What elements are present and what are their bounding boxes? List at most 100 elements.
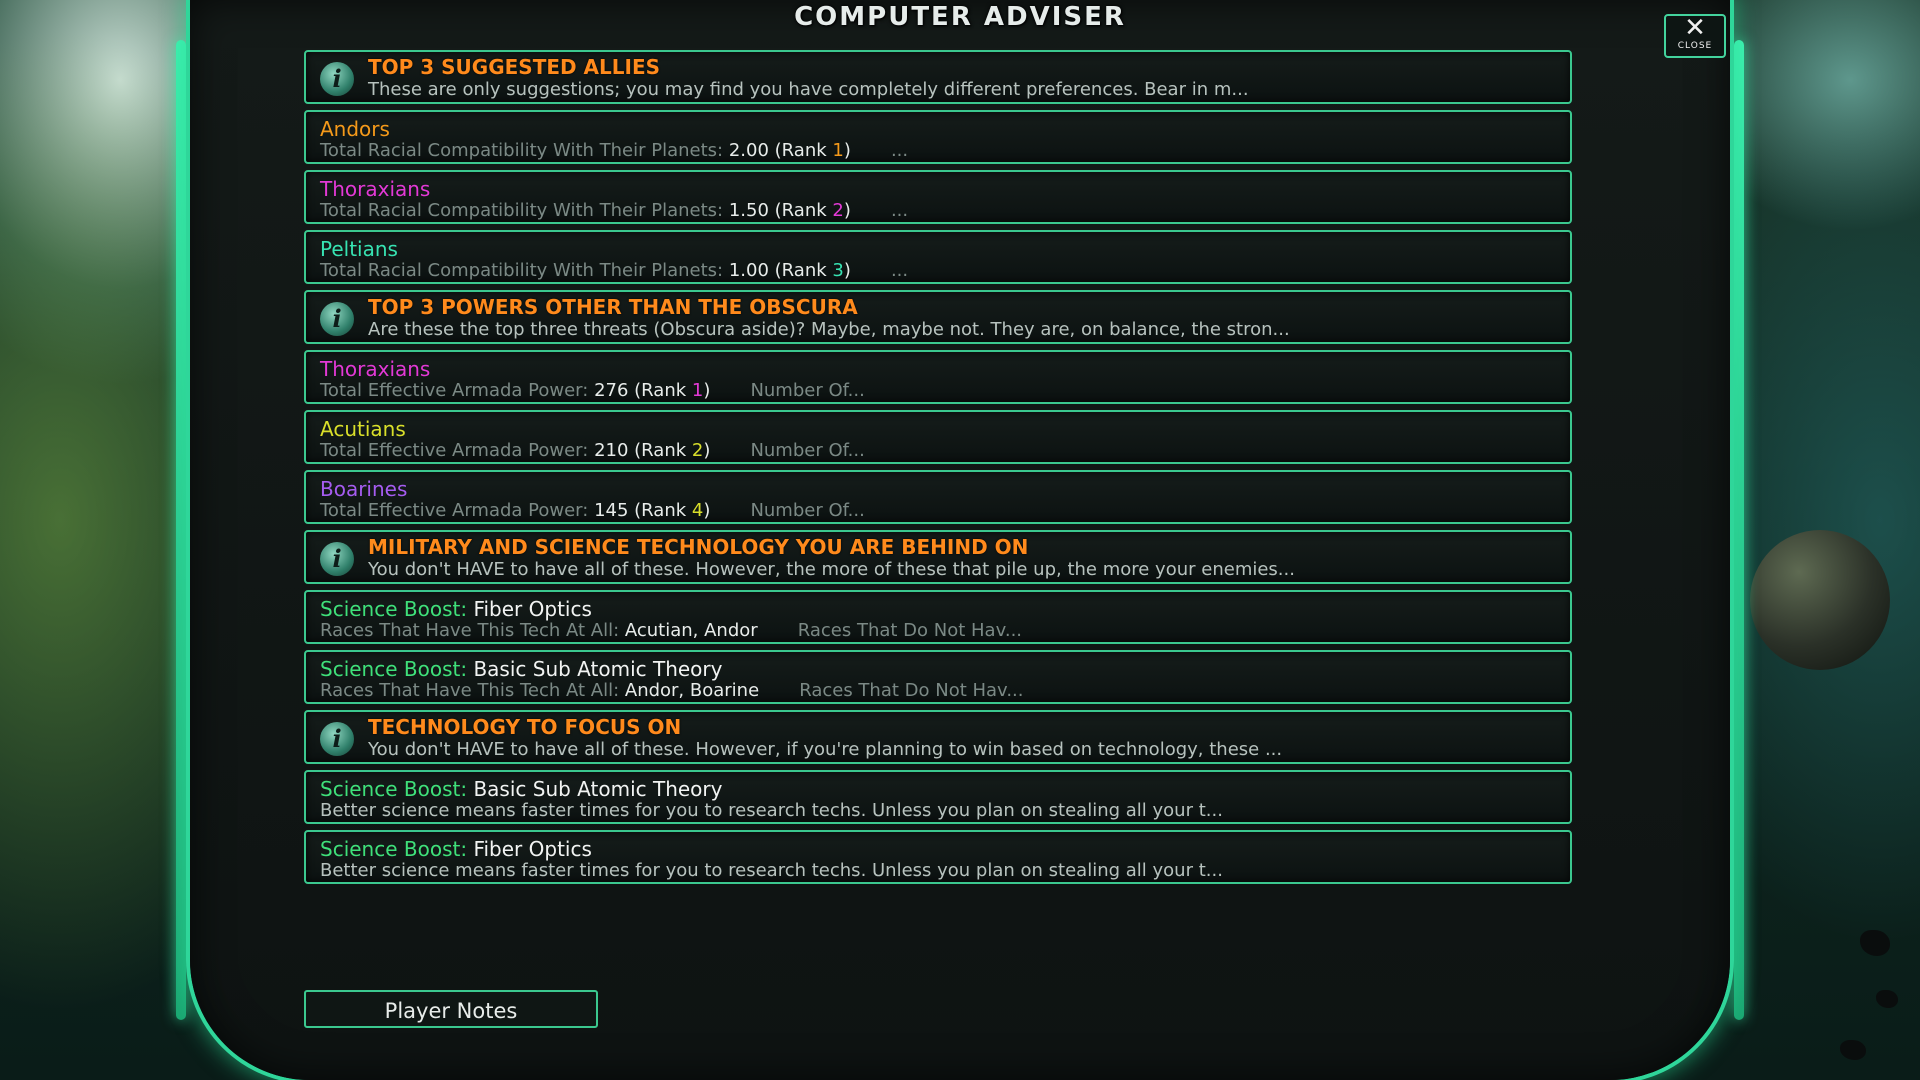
detail-more: ...: [890, 140, 909, 161]
section-header[interactable]: i TOP 3 POWERS OTHER THAN THE OBSCURA Are …: [304, 290, 1572, 344]
detail-value: 210: [594, 440, 629, 461]
tech-detail: Races That Have This Tech At All: Andor,…: [320, 680, 1023, 702]
detail-label: Total Racial Compatibility With Their Pl…: [320, 200, 724, 221]
info-icon[interactable]: i: [320, 542, 354, 576]
section-description: You don't HAVE to have all of these. How…: [368, 559, 1295, 580]
rank-value: 2: [691, 440, 704, 461]
tech-name-line: Science Boost: Basic Sub Atomic Theory: [320, 657, 722, 681]
race-name: Peltians: [320, 237, 398, 261]
rank-value: 1: [832, 140, 844, 161]
detail-more: ...: [890, 200, 909, 221]
tech-description: Better science means faster times for yo…: [320, 800, 1223, 821]
detail-label: Total Effective Armada Power:: [320, 380, 589, 401]
detail-more: Races That Do Not Hav...: [797, 620, 1023, 641]
race-entry[interactable]: Andors Total Racial Compatibility With Th…: [304, 110, 1572, 164]
race-entry[interactable]: Boarines Total Effective Armada Power: 14…: [304, 470, 1572, 524]
rank-label: (Rank: [634, 380, 687, 401]
section-title: MILITARY AND SCIENCE TECHNOLOGY YOU ARE …: [368, 535, 1029, 559]
rank-close: ): [703, 440, 711, 461]
detail-value: 145: [594, 500, 629, 521]
background-planet: [1750, 530, 1890, 670]
race-detail: Total Racial Compatibility With Their Pl…: [320, 140, 908, 162]
section-title: TOP 3 SUGGESTED ALLIES: [368, 55, 661, 79]
tech-focus-entry[interactable]: Science Boost: Fiber Optics Better scienc…: [304, 830, 1572, 884]
section-header[interactable]: i MILITARY AND SCIENCE TECHNOLOGY YOU ARE…: [304, 530, 1572, 584]
tech-name-line: Science Boost: Fiber Optics: [320, 597, 592, 621]
rank-close: ): [843, 260, 851, 281]
rank-value: 1: [691, 380, 704, 401]
detail-value: 1.50: [728, 200, 769, 221]
race-name: Boarines: [320, 477, 408, 501]
tech-name-line: Science Boost: Basic Sub Atomic Theory: [320, 777, 722, 801]
race-detail: Total Racial Compatibility With Their Pl…: [320, 200, 908, 222]
tech-focus-entry[interactable]: Science Boost: Basic Sub Atomic Theory Be…: [304, 770, 1572, 824]
section-header[interactable]: i TECHNOLOGY TO FOCUS ON You don't HAVE to…: [304, 710, 1572, 764]
rank-label: (Rank: [774, 260, 827, 281]
tech-name: Fiber Optics: [473, 597, 592, 621]
detail-label: Total Effective Armada Power:: [320, 440, 589, 461]
section-description: Are these the top three threats (Obscura…: [368, 319, 1290, 340]
background-asteroid: [1840, 1040, 1866, 1060]
window-title: COMPUTER ADVISER: [794, 2, 1126, 32]
detail-label: Total Racial Compatibility With Their Pl…: [320, 140, 724, 161]
tech-entry[interactable]: Science Boost: Fiber Optics Races That Ha…: [304, 590, 1572, 644]
rank-label: (Rank: [634, 500, 687, 521]
tech-prefix: Science Boost:: [320, 657, 468, 681]
race-detail: Total Effective Armada Power: 276 (Rank …: [320, 380, 865, 402]
tech-name: Fiber Optics: [473, 837, 592, 861]
detail-more: Number Of...: [750, 500, 865, 521]
rank-close: ): [703, 500, 711, 521]
race-entry[interactable]: Acutians Total Effective Armada Power: 21…: [304, 410, 1572, 464]
race-name: Andors: [320, 117, 390, 141]
detail-more: Number Of...: [750, 440, 865, 461]
info-icon[interactable]: i: [320, 302, 354, 336]
rank-label: (Rank: [774, 200, 827, 221]
rank-label: (Rank: [774, 140, 827, 161]
tech-description: Better science means faster times for yo…: [320, 860, 1223, 881]
info-icon[interactable]: i: [320, 62, 354, 96]
background-asteroid: [1860, 930, 1890, 956]
race-entry[interactable]: Thoraxians Total Effective Armada Power: …: [304, 350, 1572, 404]
panel-rail-left: [176, 40, 186, 1020]
race-name: Thoraxians: [320, 177, 431, 201]
race-name: Thoraxians: [320, 357, 431, 381]
race-entry[interactable]: Thoraxians Total Racial Compatibility Wit…: [304, 170, 1572, 224]
race-entry[interactable]: Peltians Total Racial Compatibility With …: [304, 230, 1572, 284]
race-detail: Total Effective Armada Power: 210 (Rank …: [320, 440, 865, 462]
race-detail: Total Effective Armada Power: 145 (Rank …: [320, 500, 865, 522]
rank-label: (Rank: [634, 440, 687, 461]
rank-value: 3: [832, 260, 844, 281]
detail-label: Total Effective Armada Power:: [320, 500, 589, 521]
rank-close: ): [843, 140, 851, 161]
tech-name: Basic Sub Atomic Theory: [473, 657, 723, 681]
detail-label: Races That Have This Tech At All:: [320, 680, 620, 701]
race-name: Acutians: [320, 417, 406, 441]
detail-more: Number Of...: [750, 380, 865, 401]
tech-detail: Races That Have This Tech At All: Acutia…: [320, 620, 1022, 642]
tech-prefix: Science Boost:: [320, 777, 468, 801]
tech-entry[interactable]: Science Boost: Basic Sub Atomic Theory Ra…: [304, 650, 1572, 704]
tech-prefix: Science Boost:: [320, 837, 468, 861]
detail-value: 2.00: [728, 140, 769, 161]
close-icon: ✕: [1684, 13, 1706, 43]
section-description: You don't HAVE to have all of these. How…: [368, 739, 1283, 760]
adviser-list: i TOP 3 SUGGESTED ALLIES These are only su…: [304, 50, 1572, 890]
tech-name-line: Science Boost: Fiber Optics: [320, 837, 592, 861]
detail-label: Total Racial Compatibility With Their Pl…: [320, 260, 724, 281]
tech-prefix: Science Boost:: [320, 597, 468, 621]
close-button[interactable]: ✕ CLOSE: [1664, 14, 1726, 58]
rank-close: ): [703, 380, 711, 401]
section-description: These are only suggestions; you may find…: [368, 79, 1249, 100]
detail-label: Races That Have This Tech At All:: [320, 620, 620, 641]
info-icon[interactable]: i: [320, 722, 354, 756]
tech-name: Basic Sub Atomic Theory: [473, 777, 723, 801]
section-title: TOP 3 POWERS OTHER THAN THE OBSCURA: [368, 295, 858, 319]
close-label: CLOSE: [1677, 41, 1713, 51]
player-notes-button[interactable]: Player Notes: [304, 990, 598, 1028]
detail-value: 1.00: [728, 260, 769, 281]
panel-rail-right: [1734, 40, 1744, 1020]
rank-value: 4: [691, 500, 704, 521]
detail-value: 276: [594, 380, 629, 401]
section-header[interactable]: i TOP 3 SUGGESTED ALLIES These are only su…: [304, 50, 1572, 104]
rank-close: ): [843, 200, 851, 221]
